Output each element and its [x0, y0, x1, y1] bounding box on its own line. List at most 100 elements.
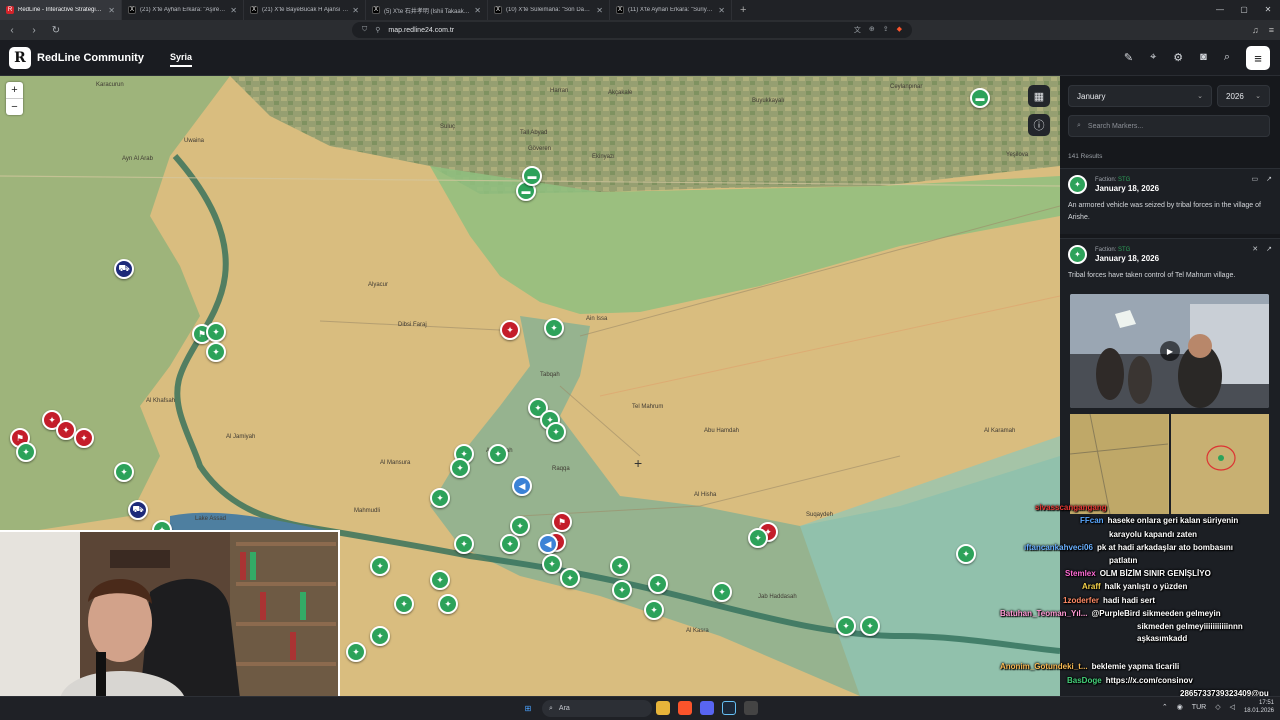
- share-icon[interactable]: ⇪: [883, 25, 889, 35]
- brand-name[interactable]: RedLine Community: [37, 52, 144, 64]
- back-icon[interactable]: ‹: [6, 25, 18, 36]
- soldier-marker-icon[interactable]: ✦: [712, 582, 732, 602]
- steam-icon[interactable]: [722, 701, 736, 715]
- soldier-marker-icon[interactable]: ✦: [206, 322, 226, 342]
- vehicle-marker-icon[interactable]: ▬: [970, 88, 990, 108]
- video-icon[interactable]: ▭: [1252, 175, 1259, 183]
- soldier-marker-icon[interactable]: ✦: [500, 534, 520, 554]
- police-marker-icon[interactable]: ⛟: [114, 259, 134, 279]
- translate-icon[interactable]: 文: [854, 25, 861, 35]
- announcement-marker-icon[interactable]: ◀: [512, 476, 532, 496]
- menu-icon[interactable]: ≡: [1269, 25, 1274, 35]
- reload-icon[interactable]: ↻: [50, 25, 62, 36]
- address-bar[interactable]: ⛉ ⚲ map.redline24.com.tr 文 ⊕ ⇪ ◆: [352, 22, 912, 38]
- clash-marker-icon[interactable]: ✦: [74, 428, 94, 448]
- soldier-marker-icon[interactable]: ✦: [510, 516, 530, 536]
- close-tab-icon[interactable]: ✕: [352, 6, 359, 15]
- play-icon[interactable]: ▶: [1160, 341, 1180, 361]
- soldier-marker-icon[interactable]: ✦: [114, 462, 134, 482]
- clock[interactable]: 17:51 18.01.2026: [1244, 699, 1274, 715]
- soldier-marker-icon[interactable]: ✦: [748, 528, 768, 548]
- clash-marker-icon[interactable]: ✦: [500, 320, 520, 340]
- soldier-marker-icon[interactable]: ✦: [956, 544, 976, 564]
- browser-tab[interactable]: X (21) X'te BayeBucak H Ajansı ve "Suri✕: [244, 0, 366, 20]
- music-icon[interactable]: ♫: [1252, 25, 1259, 35]
- soldier-marker-icon[interactable]: ✦: [438, 594, 458, 614]
- soldier-marker-icon[interactable]: ✦: [546, 422, 566, 442]
- close-tab-icon[interactable]: ✕: [718, 6, 725, 15]
- forward-icon[interactable]: ›: [28, 25, 40, 36]
- soldier-marker-icon[interactable]: ✦: [610, 556, 630, 576]
- soldier-marker-icon[interactable]: ✦: [488, 444, 508, 464]
- browser-tab[interactable]: X (5) X'te 石井孝明 (Ishii Takaaki): "S ✕: [366, 0, 488, 20]
- map-info-button[interactable]: ⓘ: [1028, 114, 1050, 136]
- draw-icon[interactable]: ✎: [1124, 51, 1133, 64]
- close-tab-icon[interactable]: ✕: [108, 6, 115, 15]
- soldier-marker-icon[interactable]: ✦: [450, 458, 470, 478]
- close-tab-icon[interactable]: ✕: [596, 6, 603, 15]
- soldier-marker-icon[interactable]: ✦: [430, 570, 450, 590]
- taskbar-search[interactable]: ⌕ Ara: [542, 700, 652, 717]
- brave-browser-icon[interactable]: [678, 701, 692, 715]
- file-explorer-icon[interactable]: [656, 701, 670, 715]
- police-marker-icon[interactable]: ⛟: [128, 500, 148, 520]
- map-thumbnail-image[interactable]: [1170, 414, 1269, 514]
- discord-icon[interactable]: [700, 701, 714, 715]
- soldier-marker-icon[interactable]: ✦: [542, 554, 562, 574]
- soldier-marker-icon[interactable]: ✦: [836, 616, 856, 636]
- network-icon[interactable]: ◇: [1215, 703, 1220, 711]
- pin-icon[interactable]: ⌖: [1150, 51, 1156, 64]
- minimize-icon[interactable]: —: [1208, 0, 1232, 20]
- soldier-marker-icon[interactable]: ✦: [560, 568, 580, 588]
- search-icon[interactable]: ⌕: [1224, 51, 1230, 64]
- zoom-icon[interactable]: ⊕: [869, 25, 875, 35]
- year-select[interactable]: 2026 ⌄: [1217, 85, 1270, 107]
- external-link-icon[interactable]: ↗: [1266, 175, 1272, 183]
- zoom-out-button[interactable]: −: [6, 99, 23, 115]
- map-layers-button[interactable]: ▦: [1028, 85, 1050, 107]
- redline-logo[interactable]: R: [9, 47, 31, 69]
- obs-icon[interactable]: [744, 701, 758, 715]
- windows-start-icon[interactable]: ⊞: [521, 701, 535, 715]
- hamburger-menu-button[interactable]: ≡: [1246, 46, 1270, 70]
- flag-marker-icon[interactable]: ⚑: [552, 512, 572, 532]
- close-window-icon[interactable]: ✕: [1256, 0, 1280, 20]
- camera-icon[interactable]: ◙: [1200, 51, 1207, 64]
- close-tab-icon[interactable]: ✕: [230, 6, 237, 15]
- browser-tab[interactable]: X (10) X'te Süleimana: "Son Dakika | SDI ✕: [488, 0, 610, 20]
- soldier-marker-icon[interactable]: ✦: [370, 556, 390, 576]
- site-info-icon[interactable]: ⚲: [375, 26, 380, 34]
- soldier-marker-icon[interactable]: ✦: [860, 616, 880, 636]
- soldier-marker-icon[interactable]: ✦: [454, 534, 474, 554]
- soldier-marker-icon[interactable]: ✦: [648, 574, 668, 594]
- month-select[interactable]: January ⌄: [1068, 85, 1212, 107]
- zoom-in-button[interactable]: +: [6, 82, 23, 99]
- clash-marker-icon[interactable]: ✦: [56, 420, 76, 440]
- tab-syria[interactable]: Syria: [170, 52, 193, 67]
- soldier-marker-icon[interactable]: ✦: [370, 626, 390, 646]
- soldier-marker-icon[interactable]: ✦: [612, 580, 632, 600]
- soldier-marker-icon[interactable]: ✦: [430, 488, 450, 508]
- soldier-marker-icon[interactable]: ✦: [394, 594, 414, 614]
- mic-icon[interactable]: ◉: [1177, 703, 1183, 711]
- browser-tab[interactable]: X (11) X'te Ayhan Erkara: "Suriye Enform ✕: [610, 0, 732, 20]
- maximize-icon[interactable]: ▢: [1232, 0, 1256, 20]
- video-thumbnail[interactable]: ▶: [1070, 294, 1269, 408]
- external-link-icon[interactable]: ↗: [1266, 245, 1272, 253]
- browser-tab[interactable]: R RedLine - Interactive Strategic M ✕: [0, 0, 122, 20]
- browser-tab[interactable]: X (21) X'te Ayhan Erkara: "Aşiret savaşç ✕: [122, 0, 244, 20]
- new-tab-button[interactable]: +: [732, 4, 754, 16]
- marker-search-input[interactable]: ⌕ Search Markers...: [1068, 115, 1270, 137]
- soldier-marker-icon[interactable]: ✦: [644, 600, 664, 620]
- brave-shield-icon[interactable]: ◆: [897, 25, 902, 35]
- soldier-marker-icon[interactable]: ✦: [16, 442, 36, 462]
- language-indicator[interactable]: TUR: [1192, 704, 1206, 711]
- volume-icon[interactable]: ◁: [1230, 703, 1235, 711]
- soldier-marker-icon[interactable]: ✦: [544, 318, 564, 338]
- announcement-marker-icon[interactable]: ◀: [538, 534, 558, 554]
- close-icon[interactable]: ✕: [1252, 245, 1258, 253]
- tray-chevron-icon[interactable]: ⌃: [1162, 703, 1168, 711]
- marker-card[interactable]: ✦ Faction: STG January 18, 2026 ▭ ↗ An a…: [1060, 168, 1280, 234]
- soldier-marker-icon[interactable]: ✦: [206, 342, 226, 362]
- bookmark-icon[interactable]: ⛉: [362, 26, 367, 34]
